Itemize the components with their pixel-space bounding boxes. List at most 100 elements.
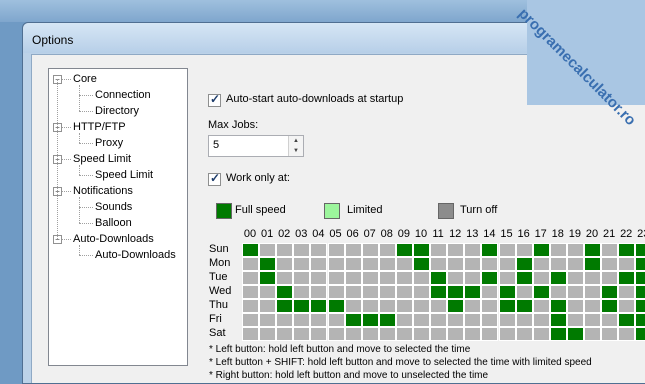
schedule-cell[interactable]	[361, 299, 379, 313]
schedule-cell[interactable]	[498, 257, 516, 271]
schedule-cell[interactable]	[327, 285, 345, 299]
schedule-cell[interactable]	[276, 285, 294, 299]
schedule-cell[interactable]	[532, 285, 550, 299]
tree-item[interactable]: Auto-Downloads	[73, 231, 154, 247]
schedule-cell[interactable]	[430, 313, 448, 327]
schedule-cell[interactable]	[395, 313, 413, 327]
schedule-cell[interactable]	[481, 313, 499, 327]
schedule-cell[interactable]	[361, 271, 379, 285]
schedule-cell[interactable]	[635, 299, 645, 313]
schedule-cell[interactable]	[515, 299, 533, 313]
schedule-cell[interactable]	[378, 257, 396, 271]
schedule-cell[interactable]	[310, 299, 328, 313]
schedule-cell[interactable]	[242, 243, 260, 257]
schedule-cell[interactable]	[327, 299, 345, 313]
schedule-cell[interactable]	[601, 285, 619, 299]
schedule-cell[interactable]	[293, 243, 311, 257]
schedule-cell[interactable]	[344, 243, 362, 257]
schedule-cell[interactable]	[293, 299, 311, 313]
schedule-cell[interactable]	[464, 271, 482, 285]
options-tree[interactable]: − Core Connection Directory − HTTP/FTP Proxy − S…	[48, 68, 188, 366]
schedule-cell[interactable]	[276, 243, 294, 257]
schedule-cell[interactable]	[413, 271, 431, 285]
schedule-cell[interactable]	[447, 257, 465, 271]
schedule-cell[interactable]	[618, 299, 636, 313]
schedule-cell[interactable]	[498, 327, 516, 341]
schedule-cell[interactable]	[378, 243, 396, 257]
schedule-cell[interactable]	[447, 243, 465, 257]
schedule-cell[interactable]	[242, 327, 260, 341]
schedule-cell[interactable]	[464, 313, 482, 327]
schedule-cell[interactable]	[601, 271, 619, 285]
schedule-cell[interactable]	[515, 257, 533, 271]
schedule-cell[interactable]	[430, 271, 448, 285]
schedule-cell[interactable]	[618, 285, 636, 299]
schedule-cell[interactable]	[413, 299, 431, 313]
schedule-cell[interactable]	[259, 285, 277, 299]
schedule-cell[interactable]	[361, 313, 379, 327]
schedule-cell[interactable]	[635, 285, 645, 299]
schedule-cell[interactable]	[276, 327, 294, 341]
tree-item[interactable]: Core	[73, 71, 97, 87]
schedule-cell[interactable]	[601, 327, 619, 341]
schedule-cell[interactable]	[242, 285, 260, 299]
schedule-cell[interactable]	[344, 327, 362, 341]
schedule-cell[interactable]	[618, 257, 636, 271]
schedule-cell[interactable]	[464, 327, 482, 341]
schedule-cell[interactable]	[566, 313, 584, 327]
schedule-cell[interactable]	[584, 271, 602, 285]
schedule-cell[interactable]	[395, 271, 413, 285]
schedule-cell[interactable]	[481, 271, 499, 285]
schedule-cell[interactable]	[344, 257, 362, 271]
tree-item[interactable]: Connection	[95, 87, 151, 103]
schedule-cell[interactable]	[310, 257, 328, 271]
schedule-cell[interactable]	[430, 299, 448, 313]
schedule-cell[interactable]	[618, 243, 636, 257]
tree-item[interactable]: HTTP/FTP	[73, 119, 126, 135]
schedule-cell[interactable]	[515, 313, 533, 327]
spin-down-icon[interactable]: ▼	[289, 146, 303, 156]
schedule-cell[interactable]	[276, 313, 294, 327]
schedule-cell[interactable]	[293, 313, 311, 327]
schedule-cell[interactable]	[276, 257, 294, 271]
schedule-cell[interactable]	[413, 243, 431, 257]
tree-item[interactable]: Sounds	[95, 199, 132, 215]
schedule-cell[interactable]	[395, 285, 413, 299]
schedule-cell[interactable]	[601, 313, 619, 327]
schedule-cell[interactable]	[293, 285, 311, 299]
schedule-cell[interactable]	[498, 243, 516, 257]
schedule-cell[interactable]	[601, 257, 619, 271]
schedule-cell[interactable]	[344, 271, 362, 285]
schedule-cell[interactable]	[584, 243, 602, 257]
schedule-cell[interactable]	[566, 243, 584, 257]
schedule-cell[interactable]	[327, 271, 345, 285]
max-jobs-spinner[interactable]: 5 ▲ ▼	[208, 135, 304, 157]
schedule-cell[interactable]	[293, 271, 311, 285]
schedule-cell[interactable]	[413, 327, 431, 341]
schedule-cell[interactable]	[532, 299, 550, 313]
schedule-cell[interactable]	[310, 285, 328, 299]
schedule-cell[interactable]	[378, 313, 396, 327]
schedule-cell[interactable]	[464, 243, 482, 257]
schedule-cell[interactable]	[566, 285, 584, 299]
schedule-cell[interactable]	[498, 271, 516, 285]
schedule-cell[interactable]	[498, 313, 516, 327]
schedule-cell[interactable]	[515, 243, 533, 257]
tree-item[interactable]: Auto-Downloads	[95, 247, 176, 263]
schedule-cell[interactable]	[481, 299, 499, 313]
schedule-cell[interactable]	[532, 327, 550, 341]
schedule-cell[interactable]	[481, 257, 499, 271]
schedule-cell[interactable]	[310, 313, 328, 327]
schedule-cell[interactable]	[310, 327, 328, 341]
schedule-cell[interactable]	[566, 271, 584, 285]
schedule-cell[interactable]	[498, 299, 516, 313]
schedule-cell[interactable]	[276, 271, 294, 285]
schedule-cell[interactable]	[293, 257, 311, 271]
schedule-cell[interactable]	[327, 257, 345, 271]
tree-item[interactable]: Speed Limit	[95, 167, 153, 183]
schedule-cell[interactable]	[242, 313, 260, 327]
schedule-cell[interactable]	[532, 257, 550, 271]
tree-item[interactable]: Directory	[95, 103, 139, 119]
schedule-cell[interactable]	[378, 285, 396, 299]
schedule-cell[interactable]	[515, 285, 533, 299]
